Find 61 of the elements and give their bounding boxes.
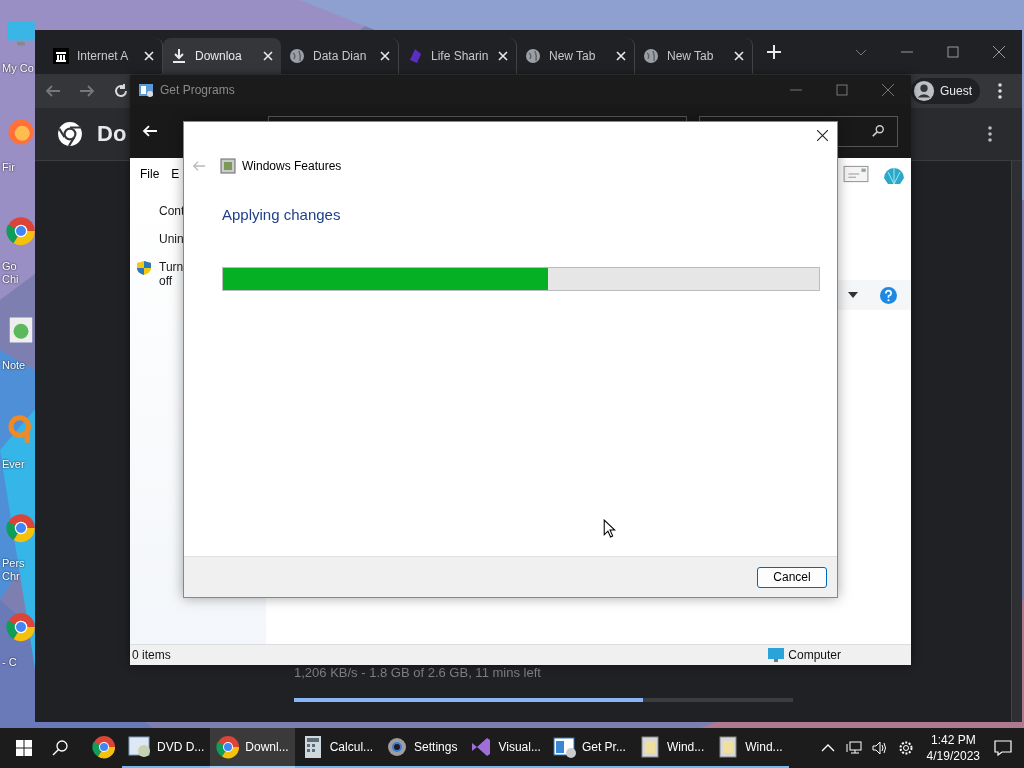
gear-icon[interactable] [897,740,914,756]
taskbar-button[interactable]: Calcul... [294,728,380,768]
plus-icon[interactable] [767,45,781,59]
building-icon [53,48,69,64]
menu-item[interactable]: E [171,167,180,181]
monitor-icon [768,647,785,663]
desktop-icon-label[interactable]: - C [2,656,36,669]
taskbar-button[interactable]: Settings [379,728,464,768]
taskbar-button[interactable]: Wind... [710,728,789,768]
window-title: Get Programs [160,82,235,97]
disc-window-icon [128,735,152,759]
close-icon[interactable] [993,46,1005,58]
taskbar-button[interactable]: Visual... [463,728,547,768]
chrome-icon[interactable] [6,216,36,246]
notification-icon[interactable] [994,740,1012,756]
features-icon [220,158,236,174]
profile-button[interactable]: Guest [911,78,980,104]
taskbar-button[interactable]: Downl... [210,728,295,768]
person-icon [913,80,935,102]
programs-icon [138,81,154,98]
download-icon [171,48,187,64]
cancel-button[interactable]: Cancel [757,566,827,588]
help-icon[interactable] [880,286,897,304]
search-icon[interactable] [52,740,68,756]
taskbar-button[interactable]: Wind... [631,728,711,768]
globe-icon [289,48,305,64]
menu-icon[interactable] [998,83,1002,99]
globe-icon [643,48,659,64]
menu-item[interactable]: File [140,167,160,181]
browser-tab[interactable]: Downloa [163,38,281,74]
chrome-logo-icon [57,121,83,147]
close-icon[interactable] [817,130,828,141]
page-title: Do [97,121,127,147]
search-icon [871,124,885,138]
scrollbar[interactable] [1011,161,1022,722]
more-icon[interactable] [988,126,992,142]
globe-icon [525,48,541,64]
chrome-icon[interactable] [6,612,36,642]
chrome-icon [92,735,116,759]
maximize-icon[interactable] [836,83,848,96]
taskbar-button[interactable]: Get Pr... [546,728,632,768]
forward-arrow-icon[interactable] [79,83,95,99]
windows-logo-icon[interactable] [16,740,32,756]
programs-icon [552,735,577,759]
maximize-icon[interactable] [947,46,959,58]
status-location: Computer [788,648,841,662]
chrome-icon[interactable] [6,513,36,543]
caret-icon[interactable] [848,292,858,298]
mouse-cursor-icon [603,519,616,538]
status-item-count: 0 items [132,648,171,662]
network-icon[interactable] [845,740,862,756]
reload-icon[interactable] [113,83,129,99]
fox-icon[interactable] [6,117,36,147]
dialog-title: Windows Features [242,159,342,173]
dialog-heading: Applying changes [222,206,341,223]
shape-logo-icon [407,48,423,64]
chrome-icon [216,735,241,759]
download-status: 1,206 KB/s - 1.8 GB of 2.6 GB, 11 mins left [294,665,542,680]
back-arrow-icon[interactable] [142,123,158,139]
speaker-icon[interactable] [871,740,888,756]
clock[interactable]: 1:42 PM 4/19/2023 [926,732,980,764]
